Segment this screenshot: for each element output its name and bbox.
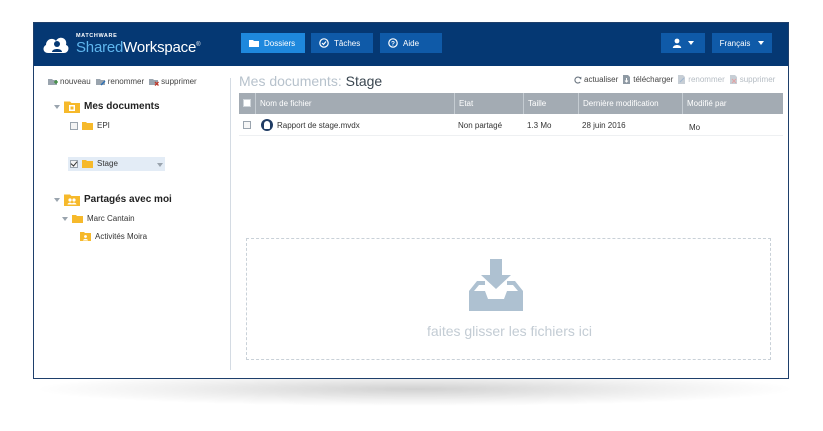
sidebar-toolbar: nouveau renommer supprimer [48, 77, 197, 86]
tree-item-my-documents[interactable]: Mes documents [54, 100, 160, 113]
cloud-user-logo-icon [43, 37, 69, 53]
select-all-checkbox[interactable] [243, 99, 251, 107]
rename-folder-icon [95, 78, 106, 85]
chevron-down-icon [758, 41, 765, 45]
chevron-down-icon [688, 41, 694, 45]
breadcrumb: Mes documents: Stage [239, 73, 382, 89]
download-label: télécharger [633, 75, 674, 84]
documents-folder-icon [64, 101, 80, 113]
tree-label-stage: Stage [97, 159, 118, 168]
refresh-label: actualiser [584, 75, 619, 84]
nav-dossiers-button[interactable]: Dossiers [241, 33, 305, 53]
mvdx-file-icon [261, 119, 273, 131]
shared-folder-icon [80, 232, 91, 241]
user-menu-button[interactable] [661, 33, 705, 53]
refresh-icon [574, 76, 582, 84]
new-folder-button[interactable]: nouveau [48, 77, 91, 86]
sidebar: nouveau renommer supprimer Mes documents… [34, 66, 230, 378]
tree-label-marc-cantain: Marc Cantain [87, 214, 135, 223]
tree-item-activites-moira[interactable]: Activités Moira [80, 231, 147, 241]
logo-workspace-text: Workspace [123, 39, 197, 56]
folder-icon [82, 160, 93, 168]
tree-label-my-documents: Mes documents [84, 101, 160, 112]
nav-aide-button[interactable]: ? Aide [380, 33, 442, 53]
rename-file-button[interactable]: renommer [678, 75, 725, 84]
shared-folder-icon [64, 194, 80, 206]
select-all-cell [239, 93, 255, 114]
logo-registered-mark: ® [196, 42, 201, 48]
download-file-icon [623, 75, 631, 84]
column-header-modified-by[interactable]: Modifié par [682, 93, 783, 114]
upload-tray-icon [469, 259, 523, 311]
delete-file-label: supprimer [739, 75, 776, 84]
file-name: Rapport de stage.mvdx [277, 120, 360, 130]
expand-triangle-icon[interactable] [54, 197, 60, 202]
tree-label-shared-with-me: Partagés avec moi [84, 194, 172, 205]
file-size: 1.3 Mo [527, 120, 552, 130]
tree-item-stage[interactable]: Stage [70, 159, 118, 168]
column-header-modified[interactable]: Dernière modification [578, 93, 682, 114]
expand-triangle-icon[interactable] [54, 104, 60, 109]
user-icon [672, 38, 682, 48]
drop-zone-text: faites glisser les fichiers ici [427, 323, 592, 339]
file-table-header: Nom de fichier Etat Taille Dernière modi… [239, 93, 783, 114]
breadcrumb-current: Stage [345, 73, 383, 89]
refresh-button[interactable]: actualiser [574, 75, 618, 84]
nav-dossiers-label: Dossiers [264, 38, 296, 48]
folder-icon [82, 122, 93, 130]
check-circle-icon [319, 38, 329, 48]
expand-triangle-icon[interactable] [62, 216, 68, 221]
epi-checkbox[interactable] [70, 121, 78, 130]
column-header-size[interactable]: Taille [523, 93, 578, 114]
file-actions-toolbar: actualiser télécharger renommer supprime… [574, 75, 775, 84]
help-circle-icon: ? [388, 38, 398, 48]
folder-icon [249, 40, 259, 47]
rename-folder-button[interactable]: renommer [95, 77, 145, 86]
rename-label: renommer [107, 77, 145, 86]
file-drop-zone[interactable]: faites glisser les fichiers ici [246, 238, 771, 360]
stage-options-chevron-icon[interactable] [157, 163, 163, 167]
nav-aide-label: Aide [403, 38, 420, 48]
tree-item-marc-cantain[interactable]: Marc Cantain [62, 214, 135, 223]
nav-taches-button[interactable]: Tâches [311, 33, 373, 53]
tree-label-epi: EPI [97, 121, 110, 130]
language-label: Français [719, 38, 751, 48]
row-checkbox[interactable] [243, 121, 251, 129]
sharedworkspace-logo[interactable]: MATCHWARE SharedWorkspace® [42, 30, 222, 60]
tree-item-epi[interactable]: EPI [70, 121, 110, 130]
tree-item-shared-with-me[interactable]: Partagés avec moi [54, 193, 172, 206]
file-state: Non partagé [458, 120, 503, 130]
nav-taches-label: Tâches [334, 38, 361, 48]
app-window: MATCHWARE SharedWorkspace® Dossiers Tâch… [33, 22, 789, 379]
table-row[interactable]: Rapport de stage.mvdx Non partagé 1.3 Mo… [239, 114, 783, 136]
stage-checkbox[interactable] [70, 159, 78, 168]
sidebar-divider [230, 78, 231, 370]
top-navigation-bar: MATCHWARE SharedWorkspace® Dossiers Tâch… [34, 23, 788, 66]
logo-shared-text: Shared [76, 39, 124, 56]
column-header-state[interactable]: Etat [454, 93, 523, 114]
rename-file-icon [678, 75, 686, 84]
language-select[interactable]: Français [712, 33, 772, 53]
delete-folder-icon [149, 78, 160, 86]
logo-product-text: SharedWorkspace® [76, 39, 201, 56]
delete-file-icon [729, 75, 737, 84]
new-folder-icon [48, 78, 58, 85]
delete-folder-button[interactable]: supprimer [149, 77, 197, 86]
download-button[interactable]: télécharger [623, 75, 673, 84]
tree-label-activites-moira: Activités Moira [95, 231, 148, 241]
folder-icon [72, 215, 83, 223]
column-header-name[interactable]: Nom de fichier [255, 93, 454, 114]
file-modified-by: Mo [689, 122, 701, 132]
rename-file-label: renommer [688, 75, 725, 84]
new-label: nouveau [60, 77, 91, 86]
file-name-cell[interactable]: Rapport de stage.mvdx [257, 114, 360, 136]
delete-label: supprimer [161, 77, 197, 86]
svg-text:?: ? [391, 41, 395, 48]
delete-file-button[interactable]: supprimer [729, 75, 776, 84]
file-modified: 28 juin 2016 [582, 120, 626, 130]
breadcrumb-root[interactable]: Mes documents: [239, 73, 342, 89]
row-checkbox-cell [239, 114, 251, 136]
